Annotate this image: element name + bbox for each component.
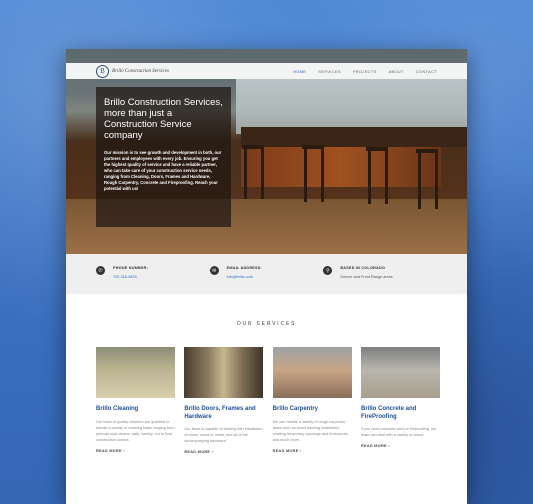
service-description: Our team is capable of dealing with inst… <box>184 427 263 443</box>
read-more-link[interactable]: READ MORE › <box>184 450 263 454</box>
phone-icon: ✆ <box>96 266 105 275</box>
service-card-cleaning: Brillo Cleaning Our team of quality clea… <box>96 347 175 454</box>
email-link[interactable]: info@brillo.com <box>227 275 262 279</box>
hero-counter-top <box>241 127 467 147</box>
stool-leg <box>385 149 388 204</box>
location-icon: ⚲ <box>323 266 333 275</box>
info-label: EMAIL ADDRESS: <box>226 266 262 270</box>
nav-link-services[interactable]: SERVICES <box>318 69 341 74</box>
mail-icon: ✉ <box>209 266 219 275</box>
nav-link-contact[interactable]: CONTACT <box>416 69 437 74</box>
services-cards: Brillo Cleaning Our team of quality clea… <box>96 347 440 454</box>
website-mockup: B Brillo Construction Services HOME SERV… <box>66 49 467 504</box>
read-more-link[interactable]: READ MORE › <box>273 449 352 453</box>
services-heading: OUR SERVICES <box>236 321 297 327</box>
service-image[interactable] <box>272 347 352 398</box>
contact-info-bar: ✆ PHONE NUMBER: 720-316-9833 ✉ EMAIL ADD… <box>66 254 467 294</box>
read-more-link[interactable]: READ MORE › <box>361 444 440 448</box>
logo-icon[interactable]: B <box>96 64 109 78</box>
hero-section: B Brillo Construction Services HOME SERV… <box>66 49 467 254</box>
nav-links: HOME SERVICES PROJECTS ABOUT CONTACT <box>293 69 437 74</box>
service-description: Our team of quality cleaners are qualifi… <box>96 419 175 442</box>
service-card-carpentry: Brillo Carpentry We can handle a variety… <box>272 347 352 454</box>
service-image[interactable] <box>184 347 264 398</box>
nav-link-about[interactable]: ABOUT <box>389 69 404 74</box>
nav-link-home[interactable]: HOME <box>293 69 306 74</box>
service-description: If you need concrete work or fireproofin… <box>360 427 437 437</box>
service-title[interactable]: Brillo Doors, Frames and Hardware <box>184 406 263 421</box>
stool-leg <box>418 151 421 209</box>
info-phone: ✆ PHONE NUMBER: 720-316-9833 <box>96 266 210 294</box>
info-label: PHONE NUMBER: <box>113 266 149 270</box>
location-text: Denver and Front Range areas <box>340 275 393 279</box>
read-more-link[interactable]: READ MORE › <box>96 449 175 453</box>
phone-link[interactable]: 720-316-9833 <box>113 275 148 279</box>
stool-leg <box>304 147 307 202</box>
nav-link-projects[interactable]: PROJECTS <box>353 69 377 74</box>
info-label: BASED IN COLORADO <box>340 266 386 270</box>
info-location: ⚲ BASED IN COLORADO Denver and Front Ran… <box>323 266 437 294</box>
service-title[interactable]: Brillo Cleaning <box>96 406 175 414</box>
service-card-concrete: Brillo Concrete and FireProofing If you … <box>360 347 440 454</box>
service-description: We can handle a variety of rough carpent… <box>272 419 349 442</box>
stool-leg <box>368 149 371 204</box>
service-image[interactable] <box>360 347 440 398</box>
stool-leg <box>435 151 438 209</box>
stool-leg <box>244 147 247 199</box>
service-image[interactable] <box>96 347 175 398</box>
hero-counter-front <box>241 147 441 187</box>
hero-description: Our mission is to see growth and develop… <box>104 150 222 191</box>
top-navigation: B Brillo Construction Services HOME SERV… <box>66 63 467 79</box>
stool-leg <box>261 147 264 199</box>
stool-leg <box>321 147 324 202</box>
hero-windows <box>236 79 467 134</box>
hero-text-box: Brillo Construction Services, more than … <box>96 87 231 227</box>
service-card-doors: Brillo Doors, Frames and Hardware Our te… <box>184 347 264 454</box>
info-email: ✉ EMAIL ADDRESS: info@brillo.com <box>209 266 324 294</box>
logo-text[interactable]: Brillo Construction Services <box>112 69 169 74</box>
service-title[interactable]: Brillo Carpentry <box>273 406 352 414</box>
service-title[interactable]: Brillo Concrete and FireProofing <box>361 406 440 421</box>
hero-title: Brillo Construction Services, more than … <box>104 97 223 141</box>
